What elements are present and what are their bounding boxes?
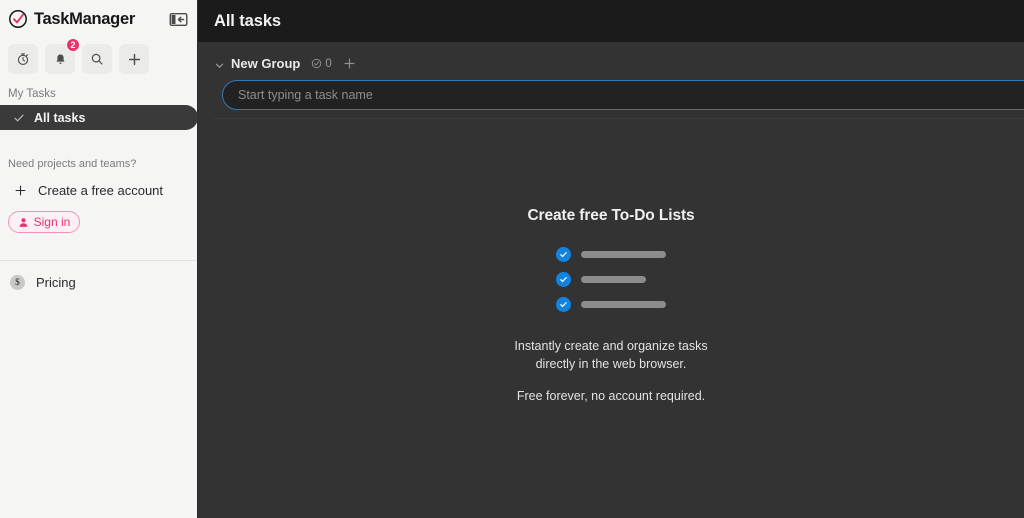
blue-check-circle-icon — [556, 247, 571, 262]
pricing-label: Pricing — [36, 275, 76, 290]
stopwatch-icon — [17, 53, 29, 65]
dollar-circle-icon: $ — [10, 275, 25, 290]
create-free-account-label: Create a free account — [38, 183, 164, 198]
completed-count-value: 0 — [325, 57, 332, 70]
person-icon — [19, 217, 27, 227]
empty-state-note: Free forever, no account required. — [516, 389, 706, 403]
sidebar-item-label: All tasks — [34, 110, 86, 125]
collapse-panel-icon[interactable] — [167, 9, 189, 29]
notifications-button[interactable]: 2 — [45, 38, 80, 74]
check-icon — [14, 114, 24, 121]
group-name[interactable]: New Group — [231, 56, 300, 71]
sidebar-item-pricing[interactable]: $ Pricing — [0, 261, 197, 290]
search-button[interactable] — [82, 44, 112, 74]
illustration-bar — [581, 301, 666, 308]
plus-icon — [128, 53, 140, 65]
plus-icon — [15, 185, 26, 196]
group-completed-count: 0 — [311, 57, 332, 70]
empty-state-subtitle-line1: Instantly create and organize tasks — [514, 339, 708, 353]
sidebar-toolbar: 2 — [0, 38, 197, 74]
empty-state-title: Create free To-Do Lists — [527, 207, 695, 224]
check-circle-logo-icon — [8, 9, 28, 29]
empty-state: Create free To-Do Lists Instantly create… — [198, 119, 1024, 518]
empty-state-subtitle-line2: directly in the web browser. — [535, 357, 687, 371]
plus-icon — [344, 58, 355, 69]
illustration-row — [556, 297, 666, 312]
check-circle-outline-icon — [312, 58, 322, 69]
page-title: All tasks — [214, 11, 281, 30]
app-root: TaskManager 2 My Tasks All tasks Need pr… — [0, 0, 1024, 518]
create-free-account-button[interactable]: Create a free account — [0, 170, 197, 198]
blue-check-circle-icon — [556, 297, 571, 312]
empty-state-subtitle: Instantly create and organize tasks dire… — [514, 337, 707, 373]
sign-in-label: Sign in — [33, 215, 71, 229]
task-input-wrap — [198, 71, 1024, 110]
timer-button[interactable] — [8, 44, 38, 74]
task-name-input[interactable] — [222, 80, 1024, 110]
sidebar-item-all-tasks[interactable]: All tasks — [0, 105, 198, 130]
illustration-bar — [581, 251, 666, 258]
blue-check-circle-icon — [556, 272, 571, 287]
group-header: New Group 0 — [198, 42, 1024, 71]
brand-name: TaskManager — [34, 9, 135, 28]
illustration-row — [556, 272, 666, 287]
promo-section: Need projects and teams? Create a free a… — [0, 130, 197, 233]
notification-badge: 2 — [66, 38, 80, 52]
sidebar: TaskManager 2 My Tasks All tasks Need pr… — [0, 0, 198, 518]
add-button[interactable] — [119, 44, 149, 74]
illustration-bar — [581, 276, 646, 283]
todo-list-illustration — [556, 247, 666, 312]
promo-question: Need projects and teams? — [8, 158, 137, 170]
search-icon — [91, 53, 103, 65]
my-tasks-label: My Tasks — [8, 88, 56, 100]
top-bar: All tasks — [198, 0, 1024, 42]
brand-row: TaskManager — [0, 0, 197, 38]
chevron-down-icon[interactable] — [214, 58, 225, 69]
bell-icon — [55, 53, 65, 64]
sign-in-button[interactable]: Sign in — [8, 211, 80, 233]
illustration-row — [556, 247, 666, 262]
main-content: All tasks New Group 0 Start typing a tas… — [198, 0, 1024, 518]
add-task-to-group-button[interactable] — [343, 57, 356, 70]
